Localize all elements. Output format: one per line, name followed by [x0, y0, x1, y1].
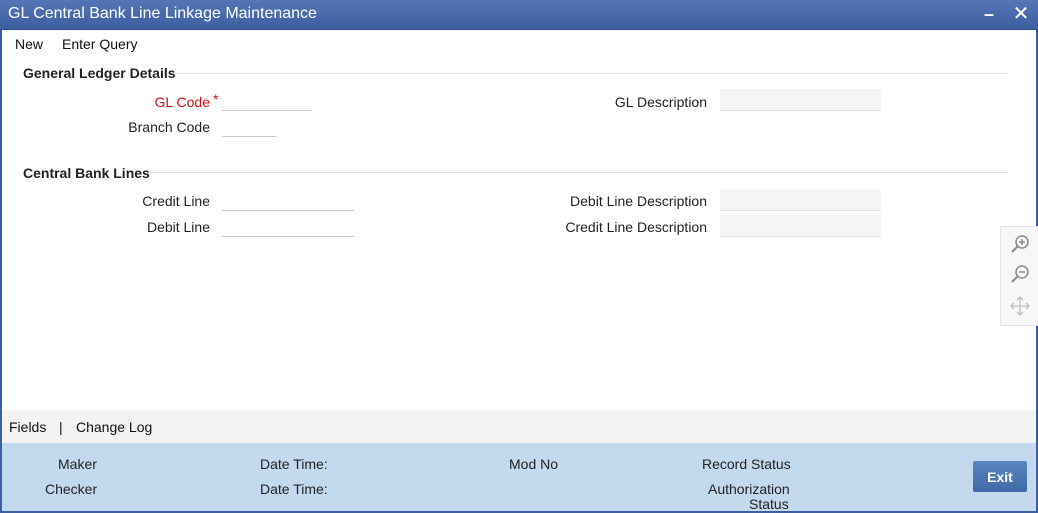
zoom-out-icon[interactable] — [1009, 263, 1031, 285]
window-title: GL Central Bank Line Linkage Maintenance — [8, 5, 317, 22]
credit-line-description-label: Credit Line Description — [565, 219, 707, 235]
debit-line-input[interactable] — [222, 215, 354, 237]
checker-label: Checker — [45, 481, 98, 497]
minimize-icon[interactable]: – — [978, 3, 1000, 25]
credit-line-label: Credit Line — [142, 193, 210, 209]
gl-code-label: GL Code — [154, 94, 210, 110]
authorization-status-label-line1: Authorization — [708, 481, 790, 497]
close-icon[interactable]: ✕ — [1010, 3, 1032, 25]
central-bank-lines-section-title: Central Bank Lines — [23, 165, 150, 181]
zoom-panel — [1000, 226, 1038, 326]
zoom-in-icon[interactable] — [1009, 233, 1031, 255]
maker-date-time-label: Date Time: — [260, 456, 328, 472]
credit-line-description-field[interactable] — [720, 215, 881, 237]
enter-query-button[interactable]: Enter Query — [62, 36, 137, 52]
gl-code-input[interactable] — [222, 89, 312, 111]
required-marker: * — [213, 91, 219, 107]
footer-tabs-bar: Fields | Change Log — [2, 410, 1036, 443]
new-button[interactable]: New — [15, 36, 43, 52]
window-title-bar: GL Central Bank Line Linkage Maintenance… — [0, 0, 1038, 30]
section-divider — [175, 73, 1008, 74]
checker-date-time-label: Date Time: — [260, 481, 328, 497]
maker-label: Maker — [58, 456, 97, 472]
tab-separator: | — [59, 419, 63, 435]
gl-details-section-title: General Ledger Details — [23, 65, 176, 81]
mod-no-label: Mod No — [509, 456, 559, 472]
branch-code-label: Branch Code — [128, 119, 210, 135]
gl-description-label: GL Description — [614, 94, 707, 110]
record-status-label: Record Status — [702, 456, 791, 472]
branch-code-input[interactable] — [222, 115, 276, 137]
credit-line-input[interactable] — [222, 189, 354, 211]
fields-tab[interactable]: Fields — [9, 419, 46, 435]
section-divider — [150, 172, 1008, 173]
gl-description-field[interactable] — [720, 89, 881, 111]
debit-line-description-field[interactable] — [720, 189, 881, 211]
authorization-status-label-line2: Status — [749, 496, 789, 512]
debit-line-label: Debit Line — [146, 219, 210, 235]
move-icon[interactable] — [1009, 295, 1031, 317]
audit-bar: Maker Checker Date Time: Date Time: Mod … — [2, 443, 1036, 512]
exit-button[interactable]: Exit — [973, 461, 1027, 492]
change-log-tab[interactable]: Change Log — [76, 419, 152, 435]
debit-line-description-label: Debit Line Description — [570, 193, 707, 209]
